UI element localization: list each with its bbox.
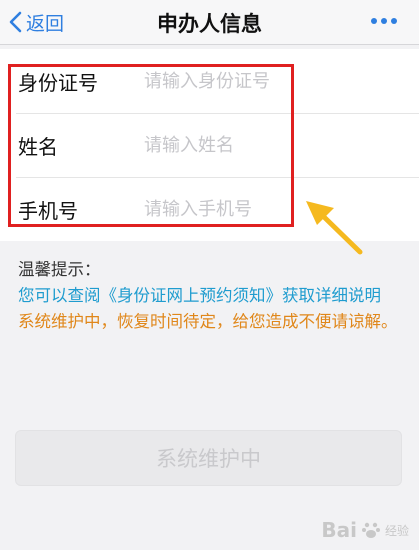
id-number-input[interactable] bbox=[124, 69, 419, 93]
name-label: 姓名 bbox=[18, 134, 58, 159]
watermark-sub: 经验 bbox=[384, 523, 409, 538]
baidu-watermark: Bai 经验 bbox=[321, 518, 409, 542]
name-input[interactable] bbox=[124, 133, 419, 157]
nav-bar: 返回 申办人信息 bbox=[0, 0, 419, 45]
submit-button[interactable]: 系统维护中 bbox=[15, 430, 402, 486]
phone-input[interactable] bbox=[124, 197, 419, 221]
form-row-id-number: 身份证号 bbox=[0, 49, 419, 113]
tips-section: 温馨提示： 您可以查阅《身份证网上预约须知》获取详细说明 系统维护中，恢复时间待… bbox=[18, 257, 398, 335]
form-row-phone: 手机号 bbox=[0, 177, 419, 241]
tips-title: 温馨提示： bbox=[18, 260, 101, 279]
watermark-text: Bai bbox=[321, 518, 357, 542]
phone-label: 手机号 bbox=[18, 198, 78, 223]
paw-icon bbox=[361, 522, 380, 538]
more-dots-icon[interactable] bbox=[371, 18, 397, 24]
reservation-notice-link[interactable]: 您可以查阅《身份证网上预约须知》获取详细说明 bbox=[18, 283, 398, 309]
id-number-label: 身份证号 bbox=[18, 70, 98, 95]
maintenance-warning: 系统维护中，恢复时间待定，给您造成不便请谅解。 bbox=[18, 312, 398, 331]
applicant-form: 身份证号 姓名 手机号 bbox=[0, 49, 419, 241]
form-row-name: 姓名 bbox=[0, 113, 419, 177]
page-title: 申办人信息 bbox=[157, 12, 262, 36]
